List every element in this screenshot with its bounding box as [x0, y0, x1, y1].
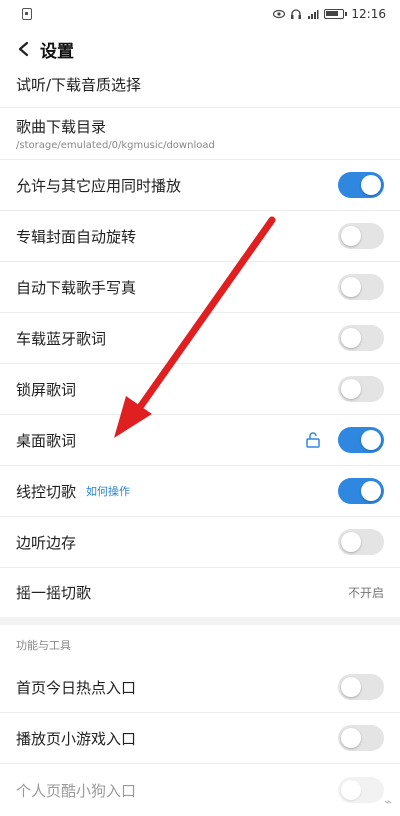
row-sublabel: /storage/emulated/0/kgmusic/download — [16, 140, 215, 151]
section-divider — [0, 617, 400, 625]
row-audio-quality[interactable]: 试听/下载音质选择 — [0, 62, 400, 108]
unlock-icon[interactable] — [304, 431, 322, 449]
toggle-artist-photo[interactable] — [338, 274, 384, 300]
signal-icon — [308, 10, 319, 19]
shake-value: 不开启 — [347, 586, 384, 600]
toggle-car-lyrics[interactable] — [338, 325, 384, 351]
row-label: 专辑封面自动旋转 — [16, 227, 137, 246]
row-desktop-lyrics: 桌面歌词 — [0, 415, 400, 466]
row-car-lyrics: 车载蓝牙歌词 — [0, 313, 400, 364]
row-game-entry: 播放页小游戏入口 — [0, 713, 400, 764]
row-label: 播放页小游戏入口 — [16, 729, 137, 748]
status-icons: 12:16 — [273, 7, 386, 21]
row-mix-playback: 允许与其它应用同时播放 — [0, 160, 400, 211]
toggle-mix-playback[interactable] — [338, 172, 384, 198]
toggle-desktop-lyrics[interactable] — [338, 427, 384, 453]
back-button[interactable] — [14, 39, 34, 59]
status-bar: 12:16 — [0, 0, 400, 28]
row-label: 试听/下载音质选择 — [16, 76, 142, 94]
row-hot-entry: 首页今日热点入口 — [0, 662, 400, 713]
row-shake-switch[interactable]: 摇一摇切歌 不开启 — [0, 568, 400, 617]
row-label: 首页今日热点入口 — [16, 678, 137, 697]
eye-icon — [273, 9, 286, 19]
toggle-cover-rotate[interactable] — [338, 223, 384, 249]
row-label: 车载蓝牙歌词 — [16, 329, 107, 348]
toggle-hot-entry[interactable] — [338, 674, 384, 700]
row-label: 边听边存 — [16, 533, 77, 552]
row-artist-photo: 自动下载歌手写真 — [0, 262, 400, 313]
row-label: 允许与其它应用同时播放 — [16, 176, 182, 195]
row-label: 歌曲下载目录 — [16, 118, 107, 136]
row-wire-control: 线控切歌 如何操作 — [0, 466, 400, 517]
toggle-wire-control[interactable] — [338, 478, 384, 504]
toggle-listen-save[interactable] — [338, 529, 384, 555]
page-title: 设置 — [40, 41, 74, 62]
row-label: 自动下载歌手写真 — [16, 278, 137, 297]
headphone-icon — [291, 9, 302, 19]
battery-icon — [324, 9, 348, 19]
watermark-logo: ⌁ — [384, 795, 392, 810]
row-label: 个人页酷小狗入口 — [16, 781, 137, 800]
section-title: 功能与工具 — [16, 639, 71, 652]
how-to-link[interactable]: 如何操作 — [86, 483, 130, 499]
row-listen-save: 边听边存 — [0, 517, 400, 568]
row-label: 锁屏歌词 — [16, 380, 77, 399]
toggle-lock-lyrics[interactable] — [338, 376, 384, 402]
back-icon — [18, 41, 29, 57]
toggle-dog-entry[interactable] — [338, 777, 384, 803]
status-time: 12:16 — [351, 7, 386, 21]
row-label: 线控切歌 — [16, 482, 77, 501]
row-cover-rotate: 专辑封面自动旋转 — [0, 211, 400, 262]
row-dog-entry: 个人页酷小狗入口 — [0, 764, 400, 816]
sim-icon — [22, 8, 32, 20]
row-download-dir[interactable]: 歌曲下载目录 /storage/emulated/0/kgmusic/downl… — [0, 108, 400, 160]
row-lock-lyrics: 锁屏歌词 — [0, 364, 400, 415]
row-label: 摇一摇切歌 — [16, 584, 92, 602]
row-label: 桌面歌词 — [16, 431, 77, 450]
toggle-game-entry[interactable] — [338, 725, 384, 751]
